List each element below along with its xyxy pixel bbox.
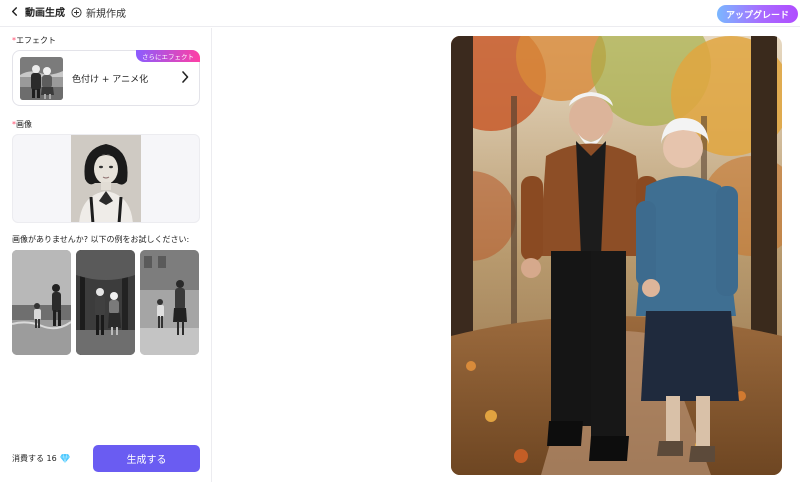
preview-video xyxy=(451,36,782,475)
chevron-left-icon xyxy=(11,7,18,16)
example-image-park[interactable] xyxy=(76,250,135,355)
image-section-label: *画像 xyxy=(12,120,32,129)
page-title: 動画生成 xyxy=(25,8,65,19)
cost-label: 消費する 16 xyxy=(12,454,57,463)
generate-button[interactable]: 生成する xyxy=(93,445,200,472)
generate-bar: 消費する 16 生成する xyxy=(0,438,212,482)
plus-circle-icon xyxy=(71,7,82,18)
new-task-label: 新規作成 xyxy=(86,9,126,20)
back-button[interactable]: 動画生成 xyxy=(10,4,65,19)
examples-label: 画像がありませんか? 以下の例をお試しください: xyxy=(12,235,190,244)
image-upload-area[interactable] xyxy=(12,134,200,223)
diamond-icon xyxy=(59,454,70,463)
example-images xyxy=(12,250,200,355)
example-image-street[interactable] xyxy=(140,250,199,355)
effect-title: 色付け + アニメ化 xyxy=(72,75,149,85)
chevron-right-icon xyxy=(182,71,189,83)
upgrade-label: アップグレード xyxy=(725,10,789,21)
effect-section-label: *エフェクト xyxy=(12,36,56,45)
effect-selector[interactable]: 色付け + アニメ化 さらにエフェクト xyxy=(12,50,200,106)
settings-sidebar: *エフェクト 色付け + アニメ化 さらにエフェクト *画像 画像がありませんか… xyxy=(0,28,212,482)
upgrade-button[interactable]: アップグレード xyxy=(717,5,798,23)
more-effects-badge[interactable]: さらにエフェクト xyxy=(136,50,200,62)
example-image-beach[interactable] xyxy=(12,250,71,355)
credit-cost: 消費する 16 xyxy=(12,453,70,464)
uploaded-image xyxy=(71,135,141,222)
effect-thumbnail xyxy=(20,57,63,100)
top-bar: 動画生成 新規作成 アップグレード xyxy=(0,0,800,27)
new-task-button[interactable]: 新規作成 xyxy=(71,5,126,20)
